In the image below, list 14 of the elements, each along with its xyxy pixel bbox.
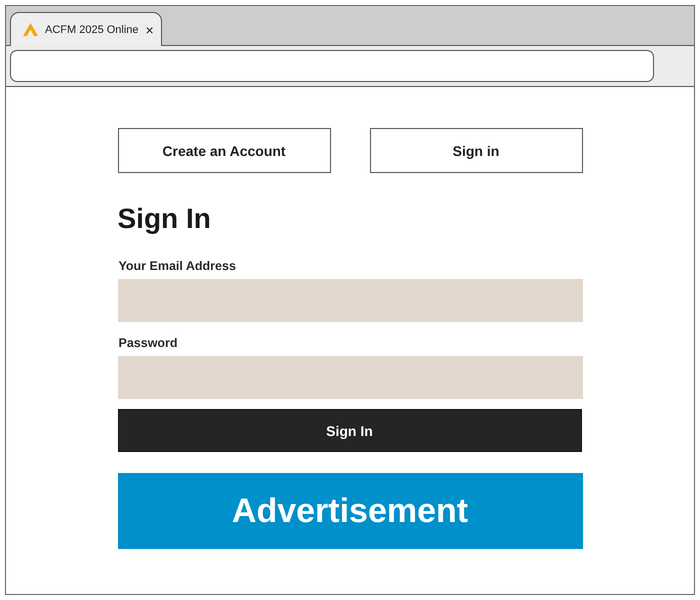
close-icon[interactable]: ×	[146, 22, 154, 38]
input-field[interactable]	[118, 279, 582, 322]
advertisement-banner[interactable]: Advertisement	[118, 473, 582, 549]
browser-tab[interactable]: ACFM 2025 Online ×	[10, 12, 162, 46]
account-button[interactable]: Sign in	[370, 128, 582, 173]
address-bar[interactable]	[10, 50, 654, 82]
tab-title: ACFM 2025 Online	[45, 24, 139, 36]
sign-in-button[interactable]: Sign In	[118, 409, 582, 452]
input-field[interactable]	[118, 356, 582, 399]
account-button[interactable]: Create an Account	[118, 128, 330, 173]
field-label: Your Email Address	[118, 259, 237, 273]
page-heading: Sign In	[118, 203, 212, 235]
field-label: Password	[118, 336, 179, 350]
logo-icon	[23, 23, 38, 36]
